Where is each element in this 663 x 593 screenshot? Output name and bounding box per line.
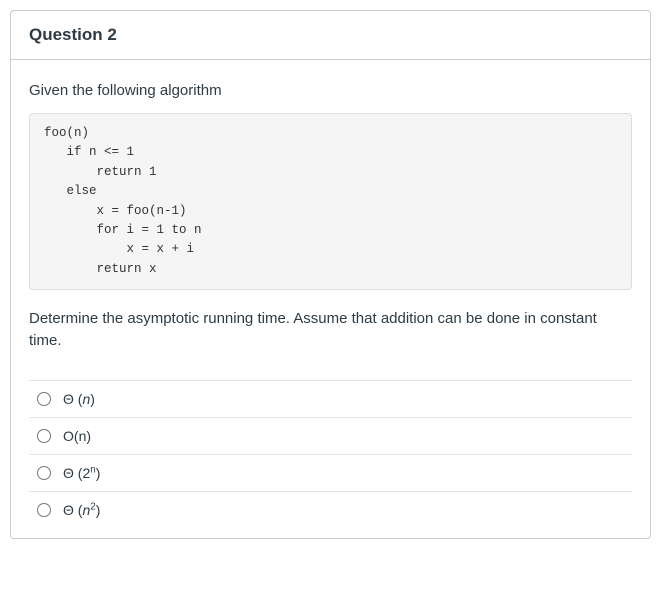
option-label-1: Θ (n) [63, 391, 95, 407]
question-followup: Determine the asymptotic running time. A… [29, 308, 632, 352]
question-prompt: Given the following algorithm [29, 82, 632, 99]
options-list: Θ (n) O(n) Θ (2n) Θ (n2) [29, 380, 632, 528]
option-label-4: Θ (n2) [63, 502, 100, 518]
question-body: Given the following algorithm foo(n) if … [11, 60, 650, 538]
question-header: Question 2 [11, 11, 650, 60]
option-radio-4[interactable] [37, 503, 51, 517]
option-row[interactable]: Θ (n) [29, 380, 632, 417]
option-label-3: Θ (2n) [63, 465, 100, 481]
question-title: Question 2 [29, 25, 117, 44]
option-label-2: O(n) [63, 428, 91, 444]
option-radio-2[interactable] [37, 429, 51, 443]
code-block: foo(n) if n <= 1 return 1 else x = foo(n… [29, 113, 632, 290]
question-card: Question 2 Given the following algorithm… [10, 10, 651, 539]
option-radio-3[interactable] [37, 466, 51, 480]
option-row[interactable]: Θ (n2) [29, 491, 632, 528]
option-row[interactable]: O(n) [29, 417, 632, 454]
option-radio-1[interactable] [37, 392, 51, 406]
option-row[interactable]: Θ (2n) [29, 454, 632, 491]
